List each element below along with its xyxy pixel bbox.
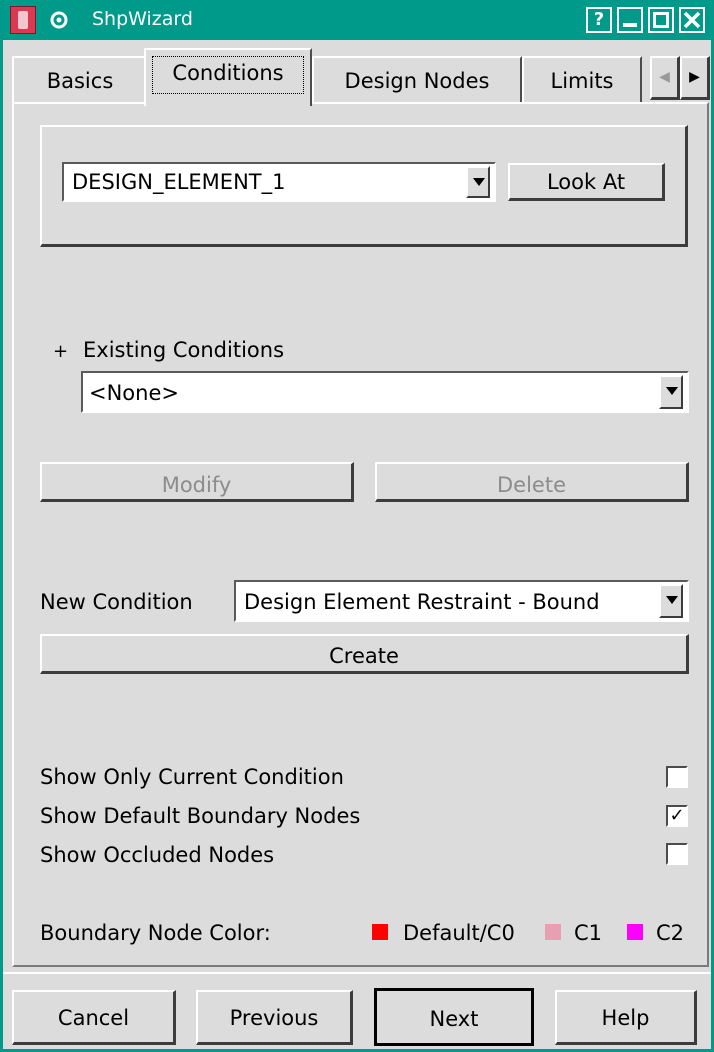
close-icon[interactable] (679, 7, 705, 33)
c1-swatch (545, 924, 561, 940)
title-bar[interactable]: ShpWizard ? (0, 0, 714, 40)
settings-icon[interactable] (48, 9, 70, 31)
footer-divider (3, 972, 711, 974)
tab-conditions[interactable]: Conditions (144, 48, 312, 106)
chevron-right-icon: ▶ (689, 69, 700, 85)
show-occluded-nodes-label: Show Occluded Nodes (40, 843, 275, 867)
show-default-boundary-nodes-label: Show Default Boundary Nodes (40, 804, 361, 828)
modify-label: Modify (161, 473, 232, 497)
previous-button[interactable]: Previous (196, 990, 353, 1045)
default-c0-label: Default/C0 (403, 921, 515, 945)
tab-limits[interactable]: Limits (522, 56, 642, 104)
design-element-value: DESIGN_ELEMENT_1 (72, 170, 286, 194)
help-icon[interactable]: ? (586, 7, 612, 33)
existing-conditions-label: Existing Conditions (83, 338, 285, 362)
chevron-left-icon: ◀ (659, 69, 670, 85)
tab-focus-ring (152, 56, 304, 94)
chevron-down-icon[interactable] (659, 584, 683, 618)
tab-scroll-right-button[interactable]: ▶ (680, 56, 710, 100)
chevron-down-icon[interactable] (466, 166, 490, 198)
expand-icon[interactable]: + (53, 341, 68, 362)
chevron-down-icon[interactable] (659, 375, 683, 409)
look-at-button[interactable]: Look At (508, 163, 665, 201)
boundary-node-color-label: Boundary Node Color: (40, 921, 271, 945)
maximize-icon[interactable] (648, 7, 674, 33)
existing-conditions-select[interactable]: <None> (81, 371, 689, 413)
help-label: Help (601, 1006, 650, 1030)
new-condition-label: New Condition (40, 590, 193, 614)
design-element-select[interactable]: DESIGN_ELEMENT_1 (62, 162, 496, 202)
window-title: ShpWizard (92, 8, 193, 30)
new-condition-value: Design Element Restraint - Bound (244, 590, 600, 614)
c2-label: C2 (656, 921, 685, 945)
check-icon: ✓ (669, 805, 685, 826)
create-label: Create (329, 644, 399, 668)
cancel-button[interactable]: Cancel (12, 990, 176, 1045)
tab-design-nodes[interactable]: Design Nodes (312, 56, 522, 104)
previous-label: Previous (229, 1006, 319, 1030)
tab-design-nodes-label: Design Nodes (344, 69, 490, 93)
tab-scroll-left-button[interactable]: ◀ (650, 56, 680, 100)
cancel-label: Cancel (57, 1006, 130, 1030)
modify-button[interactable]: Modify (40, 462, 354, 502)
show-only-current-condition-label: Show Only Current Condition (40, 765, 344, 789)
delete-label: Delete (497, 473, 566, 497)
app-icon[interactable] (10, 6, 36, 34)
default-c0-swatch (372, 924, 388, 940)
tab-basics-label: Basics (46, 69, 114, 93)
next-button[interactable]: Next (374, 988, 534, 1046)
tab-basics[interactable]: Basics (12, 56, 146, 104)
new-condition-select[interactable]: Design Element Restraint - Bound (234, 580, 689, 622)
show-default-boundary-nodes-checkbox[interactable]: ✓ (666, 805, 688, 827)
delete-button[interactable]: Delete (375, 462, 689, 502)
create-button[interactable]: Create (40, 634, 689, 674)
shpwizard-window: ShpWizard ? Basics Conditions Design Nod… (0, 0, 714, 1052)
minimize-icon[interactable] (617, 7, 643, 33)
c2-swatch (627, 924, 643, 940)
next-label: Next (429, 1007, 479, 1031)
tab-limits-label: Limits (550, 69, 614, 93)
show-occluded-nodes-checkbox[interactable] (666, 843, 688, 865)
existing-conditions-value: <None> (89, 381, 179, 405)
show-only-current-condition-checkbox[interactable] (666, 766, 688, 788)
c1-label: C1 (574, 921, 603, 945)
help-button[interactable]: Help (555, 990, 697, 1045)
look-at-label: Look At (546, 170, 626, 194)
